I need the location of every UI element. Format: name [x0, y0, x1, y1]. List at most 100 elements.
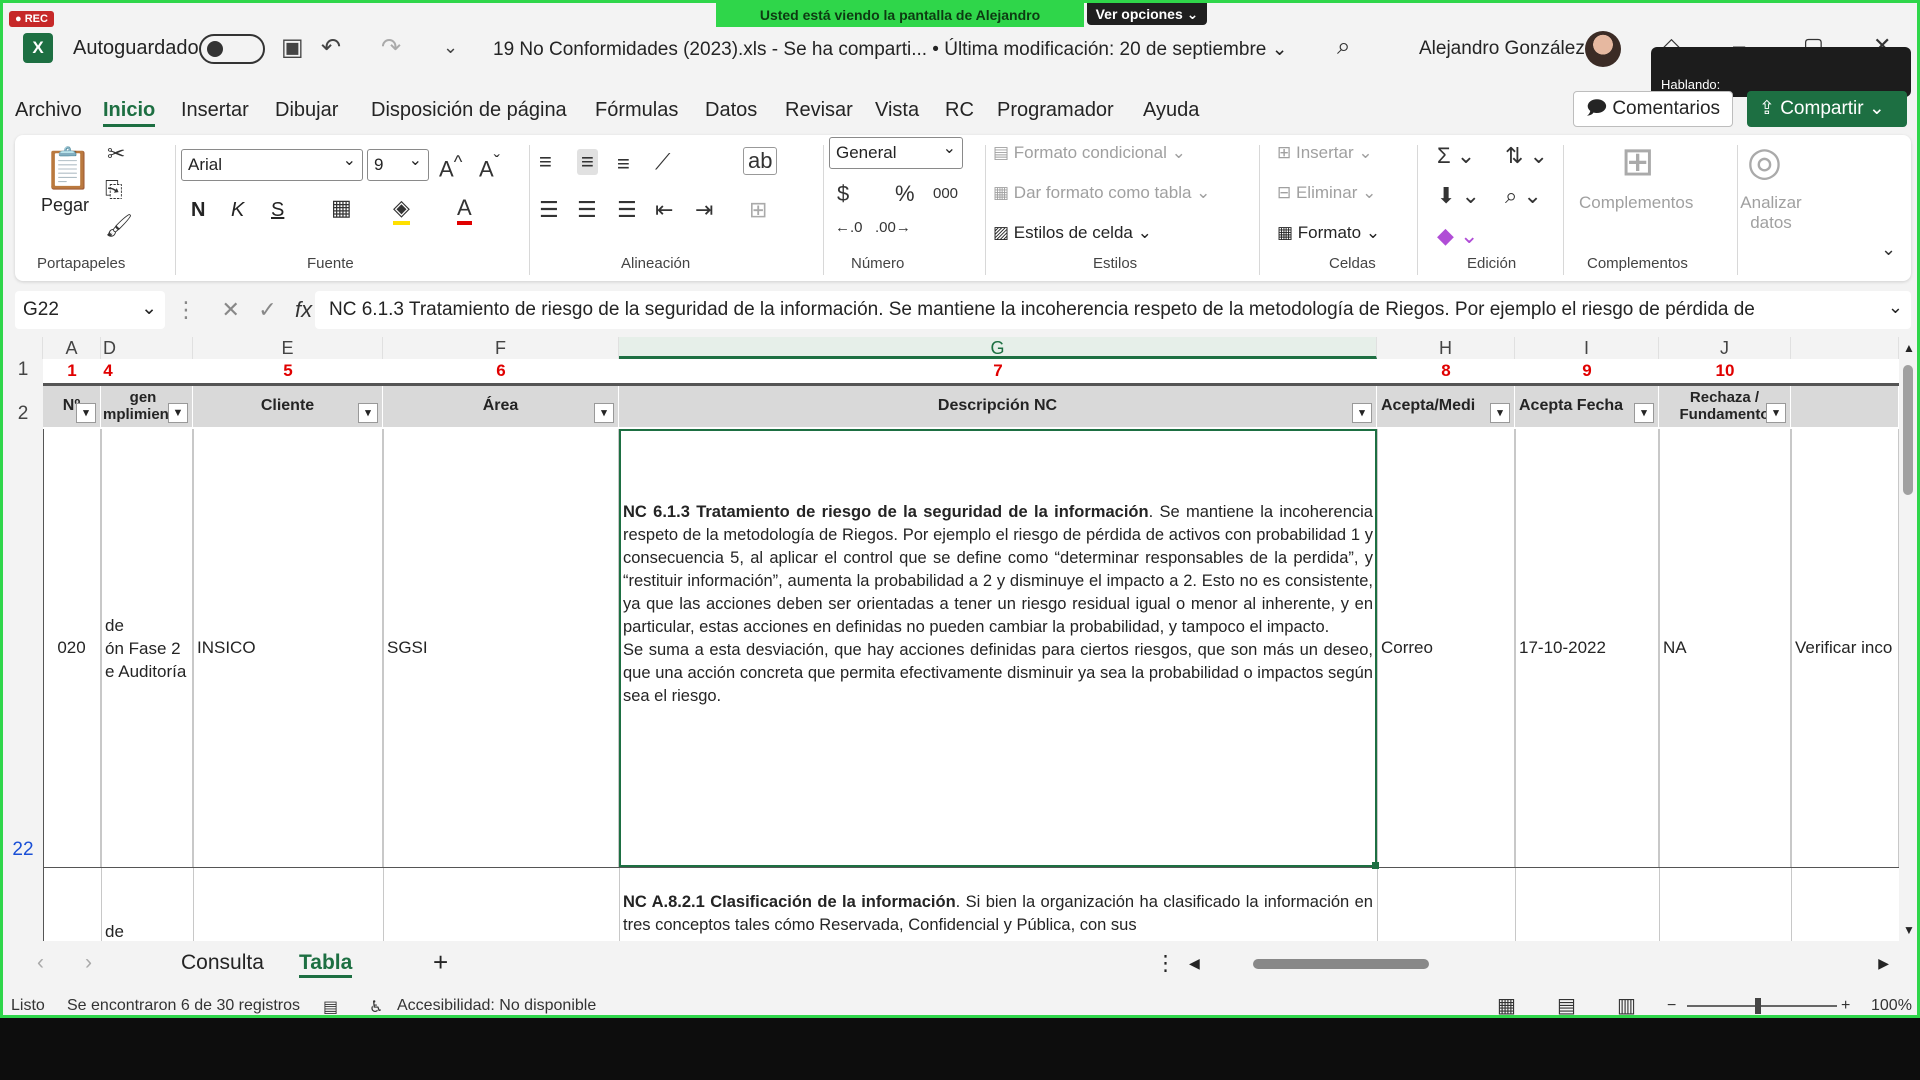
function-icon[interactable]: fx [295, 297, 312, 322]
menu-programador[interactable]: Programador [997, 99, 1114, 122]
cell-origen[interactable]: de ón Fase 2 e Auditoría [101, 429, 193, 867]
normal-view-icon[interactable]: ▦ [1497, 993, 1516, 1015]
header-origen[interactable]: gen mplimiento ▼ [101, 385, 193, 427]
format-as-table-button[interactable]: ▦ Dar formato como tabla ⌄ [993, 183, 1210, 203]
vertical-scroll-thumb[interactable] [1903, 365, 1913, 495]
align-left-icon[interactable]: ☰ [539, 197, 559, 223]
redo-icon[interactable]: ↷ [381, 33, 401, 62]
format-painter-icon[interactable]: 🖌 [105, 213, 133, 239]
cancel-icon[interactable]: ✕ [221, 297, 239, 322]
scroll-right-icon[interactable]: ▶ [1878, 955, 1889, 972]
cell-rechaza[interactable]: NA [1659, 429, 1791, 867]
font-color-icon[interactable]: A [457, 195, 472, 225]
format-cells-button[interactable]: ▦ Formato ⌄ [1277, 223, 1380, 243]
paste-icon[interactable]: 📋 [43, 145, 93, 192]
decrease-indent-icon[interactable]: ⇤ [655, 197, 673, 223]
scroll-left-icon[interactable]: ◀ [1189, 955, 1200, 972]
comments-button[interactable]: 🗩 Comentarios [1573, 91, 1733, 127]
number-format-select[interactable]: General [829, 137, 963, 169]
zoom-out-icon[interactable]: − [1667, 997, 1676, 1015]
column-header-a[interactable]: A [43, 337, 101, 359]
vertical-scrollbar[interactable]: ▲ ▼ [1899, 337, 1917, 941]
align-bottom-icon[interactable]: ≡ [617, 151, 630, 177]
page-break-icon[interactable]: ▥ [1617, 993, 1636, 1015]
user-name[interactable]: Alejandro González [1419, 38, 1585, 60]
filter-dropdown-icon[interactable]: ▾ [1490, 403, 1510, 423]
zoom-level[interactable]: 100% [1871, 997, 1912, 1015]
insert-cells-button[interactable]: ⊞ Insertar ⌄ [1277, 143, 1373, 163]
accessibility-icon[interactable]: ♿ [369, 997, 383, 1015]
orientation-icon[interactable]: ⟋ [655, 149, 670, 175]
filter-active-icon[interactable]: ▼ [168, 403, 188, 423]
increase-indent-icon[interactable]: ⇥ [695, 197, 713, 223]
analyze-data-label[interactable]: Analizar datos [1729, 193, 1813, 233]
page-layout-icon[interactable]: ▤ [1557, 993, 1576, 1015]
italic-button[interactable]: K [231, 199, 244, 222]
tab-tabla[interactable]: Tabla [299, 951, 353, 978]
header-extra[interactable] [1791, 385, 1899, 427]
fill-color-icon[interactable]: ◈ [393, 195, 410, 225]
tab-consulta[interactable]: Consulta [181, 951, 264, 975]
row-header-22[interactable]: 22 [3, 429, 43, 867]
select-all-corner[interactable] [3, 337, 43, 359]
row-header-23[interactable] [3, 867, 43, 941]
view-options-button[interactable]: Ver opciones ⌄ [1087, 3, 1207, 25]
horizontal-scrollbar[interactable]: ◀ ▶ [1189, 955, 1889, 973]
autosave-toggle[interactable] [199, 34, 265, 64]
addins-icon[interactable]: ⊞ [1621, 139, 1655, 185]
conditional-format-button[interactable]: ▤ Formato condicional ⌄ [993, 143, 1186, 163]
sort-filter-icon[interactable]: ⇅ ⌄ [1505, 143, 1548, 169]
header-area[interactable]: Área ▾ [383, 385, 619, 427]
filter-dropdown-icon[interactable]: ▾ [594, 403, 614, 423]
borders-icon[interactable]: ▦ [331, 195, 352, 221]
menu-disposicion[interactable]: Disposición de página [371, 99, 567, 122]
menu-revisar[interactable]: Revisar [785, 99, 853, 122]
decrease-decimal-icon[interactable]: .00→ [875, 219, 911, 236]
align-top-icon[interactable]: ≡ [539, 149, 552, 175]
name-box[interactable]: G22 ⌄ [15, 291, 165, 329]
column-header-g[interactable]: G [619, 337, 1377, 359]
header-descripcion[interactable]: Descripción NC ▾ [619, 385, 1377, 427]
share-button[interactable]: ⇪ Compartir ⌄ [1747, 91, 1907, 127]
row-header-2[interactable]: 2 [3, 383, 43, 429]
prev-sheet-icon[interactable]: ‹ [37, 951, 44, 975]
thousands-icon[interactable]: 000 [933, 185, 958, 202]
cell-acepta[interactable]: Correo [1377, 429, 1515, 867]
document-title[interactable]: 19 No Conformidades (2023).xls - Se ha c… [493, 38, 1288, 61]
header-cliente[interactable]: Cliente ▾ [193, 385, 383, 427]
currency-icon[interactable]: $ [837, 181, 849, 207]
menu-inicio[interactable]: Inicio [103, 99, 156, 127]
column-header-j[interactable]: J [1659, 337, 1791, 359]
merge-cells-icon[interactable]: ⊞ [749, 197, 767, 223]
menu-rc[interactable]: RC [945, 99, 974, 122]
menu-archivo[interactable]: Archivo [15, 99, 82, 122]
menu-formulas[interactable]: Fórmulas [595, 99, 678, 122]
filter-dropdown-icon[interactable]: ▾ [358, 403, 378, 423]
macro-record-icon[interactable]: ▤ [323, 997, 338, 1015]
menu-ayuda[interactable]: Ayuda [1143, 99, 1199, 122]
zoom-slider-thumb[interactable] [1755, 998, 1761, 1014]
add-sheet-icon[interactable]: + [433, 947, 448, 978]
column-header-i[interactable]: I [1515, 337, 1659, 359]
filter-dropdown-icon[interactable]: ▾ [1634, 403, 1654, 423]
wrap-text-icon[interactable]: ab [743, 147, 778, 175]
status-accessibility[interactable]: Accesibilidad: No disponible [397, 997, 596, 1015]
font-name-select[interactable]: Arial [181, 149, 363, 181]
header-acepta-medida[interactable]: Acepta/Medi ▾ [1377, 385, 1515, 427]
description-text-next[interactable]: NC A.8.2.1 Clasificación de la informaci… [623, 891, 1373, 937]
cell-extra[interactable]: Verificar inco [1791, 429, 1899, 867]
cell-n[interactable]: 020 [43, 429, 101, 867]
increase-font-icon[interactable]: A^ [439, 151, 462, 182]
expand-formula-icon[interactable]: ⌄ [1888, 297, 1903, 318]
undo-icon[interactable]: ↶ [321, 33, 341, 62]
align-right-icon[interactable]: ☰ [617, 197, 637, 223]
horizontal-scroll-thumb[interactable] [1253, 959, 1429, 969]
filter-dropdown-icon[interactable]: ▾ [1766, 403, 1786, 423]
align-center-icon[interactable]: ☰ [577, 197, 597, 223]
chevron-down-icon[interactable]: ⌄ [141, 297, 157, 320]
zoom-in-icon[interactable]: + [1841, 997, 1850, 1015]
menu-vista[interactable]: Vista [875, 99, 919, 122]
row-header-1[interactable]: 1 [3, 359, 43, 383]
paste-label[interactable]: Pegar [41, 195, 89, 216]
scroll-down-icon[interactable]: ▼ [1903, 923, 1915, 937]
